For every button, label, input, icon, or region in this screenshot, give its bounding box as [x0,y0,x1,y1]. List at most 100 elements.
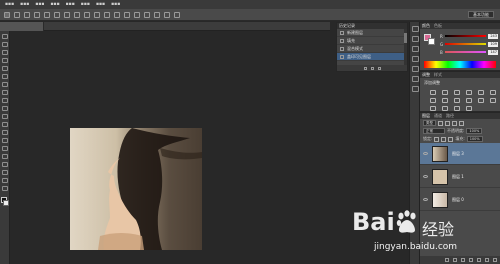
vibrance-icon[interactable] [478,90,484,95]
layer-row[interactable]: 图层 1 [420,166,500,188]
background-color-chip[interactable] [428,38,435,45]
menu-item-8[interactable]: ▪▪▪ [108,2,123,7]
info-panel-icon[interactable] [412,76,419,82]
tool-preset-icon[interactable] [4,11,10,18]
exposure-icon[interactable] [466,90,472,95]
option-icon[interactable] [154,11,160,18]
type-tool-icon[interactable] [2,154,8,159]
photo-filter-icon[interactable] [454,98,460,103]
delete-layer-icon[interactable] [493,258,497,262]
color-balance-icon[interactable] [430,98,436,103]
hand-tool-icon[interactable] [2,178,8,183]
gradient-tool-icon[interactable] [2,122,8,127]
layers-tab[interactable]: 图层 [422,113,430,119]
new-adjustment-icon[interactable] [469,258,473,262]
menu-item-4[interactable]: ▪▪▪ [47,2,62,7]
new-snapshot-icon[interactable] [370,66,374,70]
eye-visibility-icon[interactable] [423,152,428,155]
history-brush-tool-icon[interactable] [2,106,8,111]
properties-panel-icon[interactable] [412,36,419,42]
red-value-field[interactable]: 243 [488,33,498,39]
navigator-panel-icon[interactable] [412,86,419,92]
option-icon[interactable] [34,11,40,18]
option-icon[interactable] [104,11,110,18]
fill-field[interactable]: 100% [466,136,483,142]
red-slider[interactable]: R 243 [440,33,498,39]
option-icon[interactable] [44,11,50,18]
color-tab[interactable]: 颜色 [422,23,430,29]
history-panel-icon[interactable] [412,26,419,32]
layer-kind-filter[interactable]: 类型 [423,120,436,126]
history-item[interactable]: 新建图层 [337,29,407,37]
posterize-icon[interactable] [430,106,436,111]
hue-saturation-icon[interactable] [490,90,496,95]
add-style-icon[interactable] [453,258,457,262]
blue-slider[interactable]: B 147 [440,49,498,55]
adjustment-filter-icon[interactable] [445,120,450,126]
quick-select-tool-icon[interactable] [2,58,8,63]
marquee-tool-icon[interactable] [2,42,8,47]
color-lookup-icon[interactable] [478,98,484,103]
new-layer-icon[interactable] [485,258,489,262]
type-filter-icon[interactable] [452,120,457,126]
layer-name[interactable]: 图层 3 [452,151,464,157]
styles-tab[interactable]: 样式 [434,72,442,78]
option-icon[interactable] [14,11,20,18]
layer-row-selected[interactable]: 图层 3 [420,143,500,165]
menu-item-2[interactable]: ▪▪▪ [17,2,32,7]
brush-tool-icon[interactable] [2,90,8,95]
eyedropper-tool-icon[interactable] [2,74,8,79]
selective-color-icon[interactable] [454,106,460,111]
layer-row[interactable]: 图层 0 [420,189,500,211]
blue-value-field[interactable]: 147 [488,49,498,55]
invert-icon[interactable] [490,98,496,103]
link-layers-icon[interactable] [445,258,449,262]
option-icon[interactable] [54,11,60,18]
option-icon[interactable] [94,11,100,18]
workspace-switcher[interactable]: 基本功能 [468,11,494,18]
eye-visibility-icon[interactable] [423,175,428,178]
lasso-tool-icon[interactable] [2,50,8,55]
threshold-icon[interactable] [442,106,448,111]
channels-tab[interactable]: 通道 [434,113,442,119]
brush-panel-icon[interactable] [412,66,419,72]
background-color-swatch[interactable] [3,200,9,206]
paragraph-panel-icon[interactable] [412,56,419,62]
paths-tab[interactable]: 路径 [446,113,454,119]
swatches-tab[interactable]: 色板 [434,23,442,29]
channel-mixer-icon[interactable] [466,98,472,103]
option-icon[interactable] [164,11,170,18]
menu-item-5[interactable]: ▪▪▪ [63,2,78,7]
brightness-contrast-icon[interactable] [430,90,436,95]
history-scrollbar[interactable] [404,29,407,67]
shape-filter-icon[interactable] [459,120,464,126]
zoom-tool-icon[interactable] [2,186,8,191]
canvas-area[interactable] [10,31,330,264]
green-gradient-bar[interactable] [445,43,486,45]
delete-state-icon[interactable] [377,66,381,70]
option-icon[interactable] [64,11,70,18]
color-spectrum-ramp[interactable] [424,61,496,68]
pen-tool-icon[interactable] [2,146,8,151]
blur-tool-icon[interactable] [2,130,8,135]
new-group-icon[interactable] [477,258,481,262]
healing-brush-tool-icon[interactable] [2,82,8,87]
green-slider[interactable]: G 109 [440,41,498,47]
scroll-thumb[interactable] [404,33,407,43]
document-tab[interactable] [0,21,44,31]
menu-item-7[interactable]: ▪▪▪ [93,2,108,7]
history-item-selected[interactable]: 盖印可见图层 [337,53,407,61]
crop-tool-icon[interactable] [2,66,8,71]
option-icon[interactable] [174,11,180,18]
document-image[interactable] [70,128,202,250]
option-icon[interactable] [134,11,140,18]
move-tool-icon[interactable] [2,34,8,39]
new-document-from-state-icon[interactable] [363,66,367,70]
history-item[interactable]: 混合模式 [337,45,407,53]
option-icon[interactable] [144,11,150,18]
history-item[interactable]: 填充 [337,37,407,45]
black-white-icon[interactable] [442,98,448,103]
levels-icon[interactable] [442,90,448,95]
character-panel-icon[interactable] [412,46,419,52]
add-mask-icon[interactable] [461,258,465,262]
